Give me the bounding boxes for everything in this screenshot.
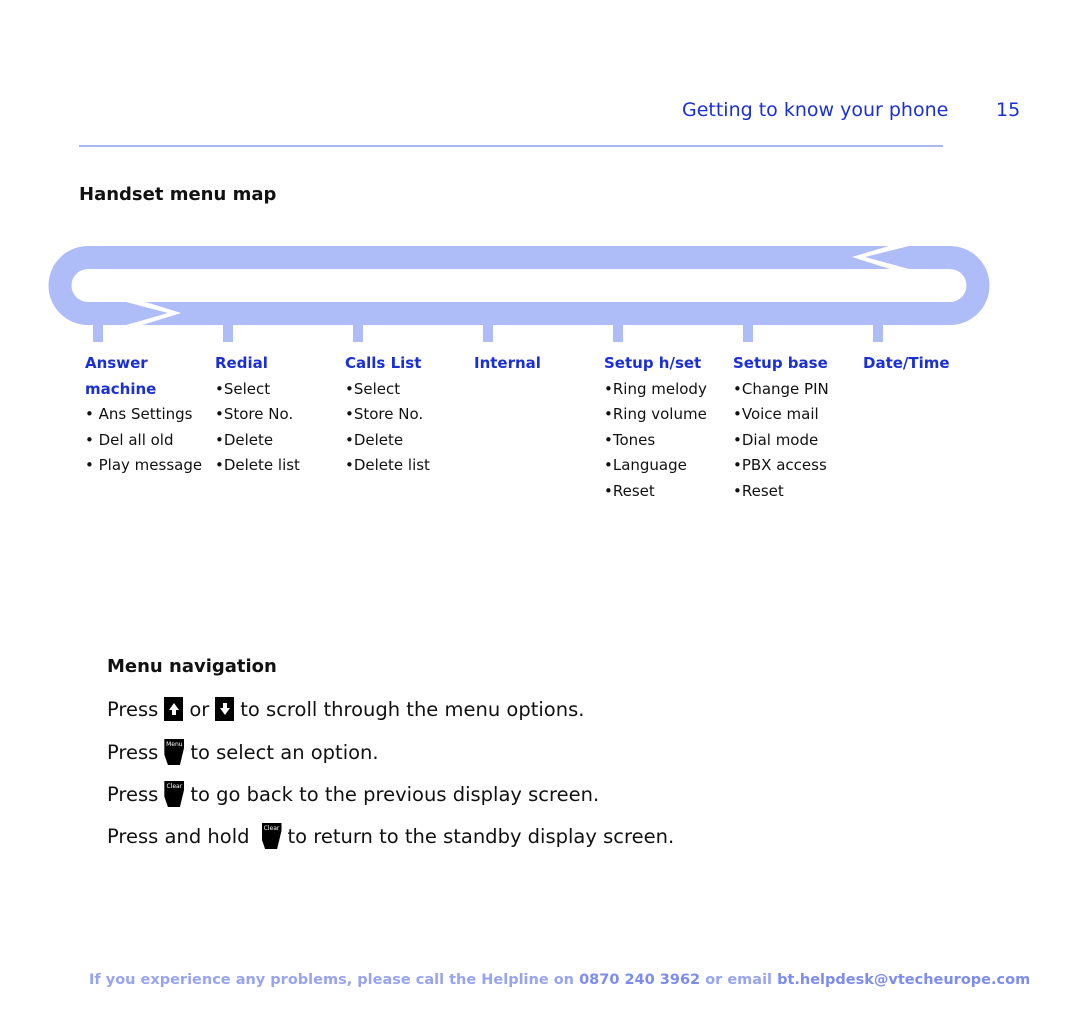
- connector-tick: [743, 325, 753, 342]
- column-heading: Calls List: [345, 354, 422, 372]
- menu-item: •Delete: [345, 430, 404, 449]
- menu-item: • Play message: [85, 456, 203, 474]
- menu-item: •Reset: [733, 481, 784, 500]
- menu-item: •Ring melody: [604, 379, 707, 398]
- up-key-icon: [164, 697, 184, 721]
- clear-key-icon: Clear: [261, 823, 282, 849]
- instruction-text: Press: [107, 740, 159, 764]
- loop-bottom-bar: [88, 302, 950, 325]
- menu-item: •Select: [345, 379, 401, 398]
- menu-loop-diagram: [48, 240, 990, 342]
- menu-item: •Delete list: [345, 456, 430, 474]
- connector-tick: [613, 325, 623, 342]
- menu-item: •Select: [215, 379, 271, 398]
- menu-item: •PBX access: [733, 456, 827, 474]
- menu-navigation-title: Menu navigation: [107, 656, 277, 677]
- nav-instruction-select: Press Menu to select an option.: [107, 739, 379, 765]
- column-heading: Answer: [85, 354, 148, 372]
- footer-text: If you experience any problems, please c…: [89, 972, 580, 988]
- menu-item: •Change PIN: [733, 379, 829, 398]
- menu-item: •Dial mode: [733, 430, 819, 449]
- helpline-phone: 0870 240 3962: [579, 972, 701, 988]
- menu-column-calls-list: Calls List •Select •Store No. •Delete •D…: [345, 351, 430, 479]
- instruction-text: Press: [107, 697, 159, 721]
- column-heading: Redial: [215, 354, 268, 372]
- connector-tick: [93, 325, 103, 342]
- menu-item: •Delete: [215, 430, 274, 449]
- helpline-footer: If you experience any problems, please c…: [89, 972, 1030, 988]
- connector-tick: [353, 325, 363, 342]
- menu-column-setup-handset: Setup h/set •Ring melody •Ring volume •T…: [604, 351, 707, 504]
- column-heading: machine: [85, 379, 157, 398]
- instruction-text: Press and hold: [107, 824, 250, 848]
- connector-tick: [873, 325, 883, 342]
- instruction-text: Press: [107, 782, 159, 806]
- column-heading: Internal: [474, 354, 541, 372]
- column-heading: Setup h/set: [604, 354, 702, 372]
- menu-item: •Store No.: [215, 405, 294, 423]
- loop-right-curve: [950, 246, 990, 325]
- down-key-icon: [215, 697, 235, 721]
- menu-item: •Delete list: [215, 456, 300, 474]
- instruction-text: to scroll through the menu options.: [240, 697, 585, 721]
- nav-instruction-scroll: Press or to scroll through the menu opti…: [107, 697, 584, 721]
- menu-column-redial: Redial •Select •Store No. •Delete •Delet…: [215, 351, 300, 479]
- instruction-text: to return to the standby display screen.: [287, 824, 675, 848]
- connector-tick: [483, 325, 493, 342]
- menu-item: •Reset: [604, 481, 655, 500]
- instruction-text: or: [189, 697, 210, 721]
- nav-instruction-standby: Press and hold Clear to return to the st…: [107, 823, 674, 849]
- menu-column-internal: Internal: [474, 351, 541, 377]
- menu-column-answer-machine: Answer machine • Ans Settings • Del all …: [85, 351, 202, 479]
- menu-item: •Voice mail: [733, 405, 819, 423]
- menu-item: •Language: [604, 456, 687, 474]
- instruction-text: to select an option.: [190, 740, 379, 764]
- menu-column-date-time: Date/Time: [863, 351, 950, 377]
- menu-column-setup-base: Setup base •Change PIN •Voice mail •Dial…: [733, 351, 829, 504]
- menu-item: • Del all old: [85, 430, 174, 449]
- helpdesk-email: bt.helpdesk@vtecheurope.com: [777, 972, 1031, 988]
- clear-key-icon: Clear: [164, 781, 185, 807]
- menu-key-icon: Menu: [164, 739, 185, 765]
- loop-left-curve: [48, 246, 88, 325]
- footer-text: or email: [700, 972, 778, 988]
- menu-item: •Tones: [604, 430, 656, 449]
- menu-item: • Ans Settings: [85, 405, 193, 423]
- menu-item: •Ring volume: [604, 405, 707, 423]
- column-heading: Date/Time: [863, 354, 950, 372]
- column-heading: Setup base: [733, 354, 828, 372]
- loop-top-bar: [88, 246, 950, 269]
- connector-tick: [223, 325, 233, 342]
- menu-item: •Store No.: [345, 405, 424, 423]
- instruction-text: to go back to the previous display scree…: [190, 782, 600, 806]
- nav-instruction-back: Press Clear to go back to the previous d…: [107, 781, 599, 807]
